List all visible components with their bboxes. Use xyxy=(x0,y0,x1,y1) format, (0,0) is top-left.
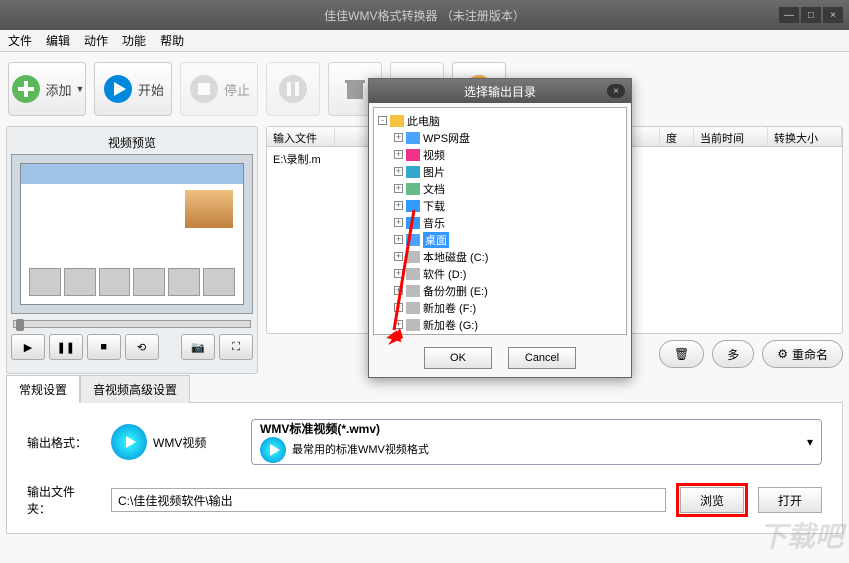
tree-node[interactable]: 本地磁盘 (C:) xyxy=(423,249,488,265)
tree-node[interactable]: 音乐 xyxy=(423,215,445,231)
format-label: 输出格式： xyxy=(27,434,97,451)
play-button[interactable]: ▶ xyxy=(11,334,45,360)
menu-help[interactable]: 帮助 xyxy=(160,32,184,49)
gear-icon: ⚙ xyxy=(777,347,788,361)
tree-node[interactable]: WPS网盘 xyxy=(423,130,470,146)
open-button[interactable]: 打开 xyxy=(758,487,822,513)
tree-node[interactable]: 软件 (D:) xyxy=(423,266,466,282)
browse-button[interactable]: 浏览 xyxy=(680,487,744,513)
music-icon xyxy=(406,217,420,229)
preview-video xyxy=(11,154,253,314)
snapshot-button[interactable]: 📷 xyxy=(181,334,215,360)
tree-node[interactable]: 库 xyxy=(407,334,418,336)
disk-icon xyxy=(406,302,420,314)
menu-file[interactable]: 文件 xyxy=(8,32,32,49)
add-button[interactable]: 添加▼ xyxy=(8,62,86,116)
folder-dialog: 选择输出目录 × -此电脑 +WPS网盘 +视频 +图片 +文档 +下载 +音乐… xyxy=(368,78,632,378)
stop-button[interactable]: 停止 xyxy=(180,62,258,116)
trash-icon xyxy=(339,73,371,105)
fullscreen-button[interactable]: ⛶ xyxy=(219,334,253,360)
tree-node[interactable]: 此电脑 xyxy=(407,113,440,129)
collapse-icon[interactable]: - xyxy=(378,116,387,125)
menu-action[interactable]: 动作 xyxy=(84,32,108,49)
tree-node[interactable]: 新加卷 (G:) xyxy=(423,317,478,333)
trash-action[interactable]: 🗑 xyxy=(659,340,704,368)
tab-advanced[interactable]: 音视频高级设置 xyxy=(80,375,190,403)
tree-node[interactable]: 文档 xyxy=(423,181,445,197)
dialog-title: 选择输出目录 × xyxy=(369,79,631,103)
video-icon xyxy=(406,149,420,161)
col-size[interactable]: 转换大小 xyxy=(768,127,842,146)
start-label: 开始 xyxy=(138,80,164,99)
settings-panel: 输出格式： WMV视频 WMV标准视频(*.wmv) 最常用的标准WMV视频格式… xyxy=(6,402,843,534)
disk-icon xyxy=(406,319,420,331)
pause-button[interactable] xyxy=(266,62,320,116)
titlebar: 佳佳WMV格式转换器 （未注册版本） — □ × xyxy=(0,0,849,30)
pause-button-sm[interactable]: ❚❚ xyxy=(49,334,83,360)
ok-button[interactable]: OK xyxy=(424,347,492,369)
start-button[interactable]: 开始 xyxy=(94,62,172,116)
tree-node-selected[interactable]: 桌面 xyxy=(423,232,449,248)
picture-icon xyxy=(406,166,420,178)
document-icon xyxy=(406,183,420,195)
folder-label: 输出文件夹： xyxy=(27,483,97,517)
menu-func[interactable]: 功能 xyxy=(122,32,146,49)
stop-label: 停止 xyxy=(224,80,250,99)
watermark: 下载吧 xyxy=(759,515,843,555)
disk-icon xyxy=(406,251,420,263)
cloud-icon xyxy=(406,132,420,144)
add-label: 添加 xyxy=(46,80,72,99)
tree-node[interactable]: 备份勿删 (E:) xyxy=(423,283,488,299)
rotate-button[interactable]: ⟲ xyxy=(125,334,159,360)
col-curtime[interactable]: 当前时间 xyxy=(694,127,768,146)
more-button[interactable]: 多 xyxy=(712,340,754,368)
tree-node[interactable]: 新加卷 (F:) xyxy=(423,300,476,316)
app-title: 佳佳WMV格式转换器 （未注册版本） xyxy=(324,7,525,24)
menu-edit[interactable]: 编辑 xyxy=(46,32,70,49)
dialog-close-button[interactable]: × xyxy=(607,84,625,98)
chevron-down-icon: ▾ xyxy=(807,435,813,449)
tab-basic[interactable]: 常规设置 xyxy=(6,375,80,403)
seek-slider[interactable] xyxy=(13,320,251,328)
rename-button[interactable]: ⚙重命名 xyxy=(762,340,843,368)
minimize-button[interactable]: — xyxy=(779,7,799,23)
tree-node[interactable]: 视频 xyxy=(423,147,445,163)
close-button[interactable]: × xyxy=(823,7,843,23)
format-icon xyxy=(111,424,147,460)
disk-icon xyxy=(406,285,420,297)
preview-panel: 视频预览 ▶ ❚❚ ■ ⟲ 📷 ⛶ xyxy=(6,126,258,374)
maximize-button[interactable]: □ xyxy=(801,7,821,23)
format-icon-sm xyxy=(260,437,286,463)
format-selector[interactable]: WMV标准视频(*.wmv) 最常用的标准WMV视频格式 ▾ xyxy=(251,419,822,465)
cancel-button[interactable]: Cancel xyxy=(508,347,576,369)
col-progress[interactable]: 度 xyxy=(660,127,694,146)
menubar: 文件 编辑 动作 功能 帮助 xyxy=(0,30,849,52)
preview-title: 视频预览 xyxy=(11,131,253,154)
tree-node[interactable]: 图片 xyxy=(423,164,445,180)
computer-icon xyxy=(390,115,404,127)
desktop-icon xyxy=(406,234,420,246)
stop-button-sm[interactable]: ■ xyxy=(87,334,121,360)
disk-icon xyxy=(406,268,420,280)
output-folder-input[interactable] xyxy=(111,488,666,512)
folder-tree[interactable]: -此电脑 +WPS网盘 +视频 +图片 +文档 +下载 +音乐 +桌面 +本地磁… xyxy=(373,107,627,335)
format-title: WMV标准视频(*.wmv) xyxy=(260,421,797,438)
col-input[interactable]: 输入文件 xyxy=(267,127,335,146)
format-name: WMV视频 xyxy=(153,434,206,451)
download-icon xyxy=(406,200,420,212)
format-desc: 最常用的标准WMV视频格式 xyxy=(292,443,429,458)
tree-node[interactable]: 下载 xyxy=(423,198,445,214)
